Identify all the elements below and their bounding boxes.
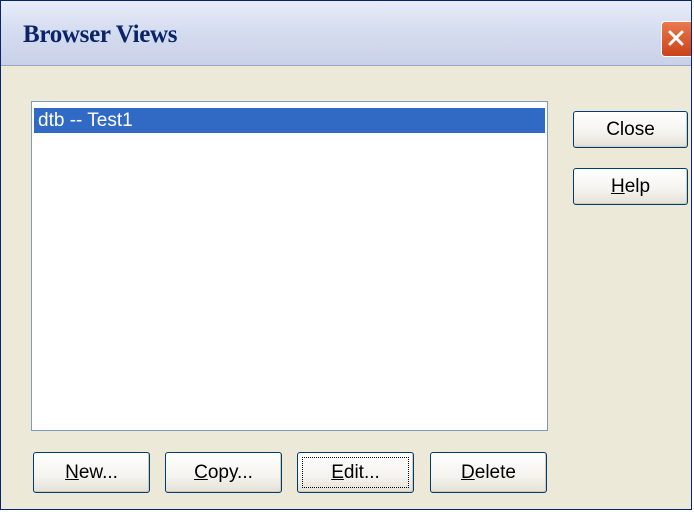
views-listbox[interactable]: dtb -- Test1 — [31, 101, 548, 431]
edit-button[interactable]: Edit... — [297, 452, 414, 493]
delete-button-label: Delete — [461, 462, 516, 483]
new-button[interactable]: New... — [33, 452, 150, 493]
help-button[interactable]: Help — [573, 168, 688, 205]
new-button-label: New... — [65, 462, 118, 483]
close-icon — [668, 30, 684, 46]
copy-button[interactable]: Copy... — [165, 452, 282, 493]
window-title: Browser Views — [23, 21, 178, 48]
edit-button-label: Edit... — [331, 462, 380, 483]
delete-button[interactable]: Delete — [430, 452, 547, 493]
help-button-label: Help — [610, 176, 651, 197]
close-button-label: Close — [606, 119, 655, 140]
title-bar[interactable]: Browser Views — [1, 1, 691, 66]
list-item[interactable]: dtb -- Test1 — [34, 108, 545, 133]
title-close-button[interactable] — [661, 21, 691, 57]
copy-button-label: Copy... — [194, 462, 253, 483]
close-button[interactable]: Close — [573, 111, 688, 148]
browser-views-dialog: Browser Views dtb -- Test1 Close Help Ne… — [0, 0, 692, 510]
